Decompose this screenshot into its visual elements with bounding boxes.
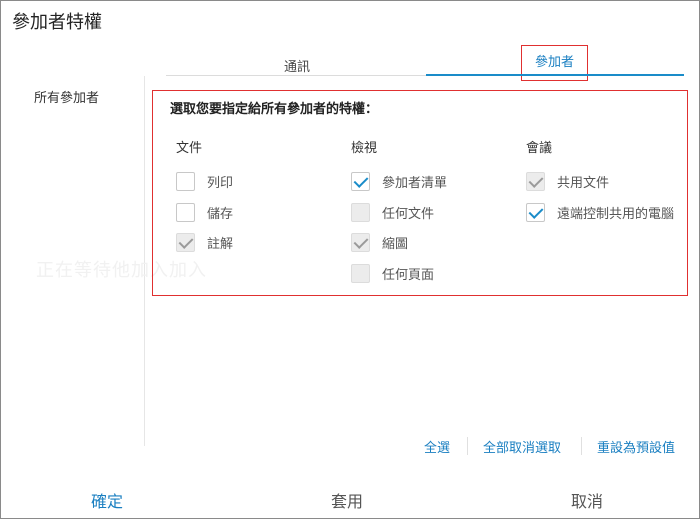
checkbox-box [526,172,545,191]
checkbox-thumbnails: 縮圖 [351,233,408,252]
checkbox-participant-list[interactable]: 參加者清單 [351,172,447,191]
checkbox-label: 任何文件 [382,207,435,222]
checkbox-any-document: 任何文件 [351,203,434,222]
deselect-all-link[interactable]: 全部取消選取 [483,437,561,456]
select-all-link[interactable]: 全選 [424,437,450,456]
reset-default-link[interactable]: 重設為預設值 [597,437,675,456]
checkbox-label: 註解 [207,237,234,252]
column-header-meeting: 會議 [526,141,553,156]
checkbox-box [351,233,370,252]
column-header-view: 檢視 [351,141,378,156]
checkbox-label: 任何頁面 [382,268,435,283]
cancel-button[interactable]: 取消 [571,488,603,512]
link-divider [581,437,582,455]
checkbox-label: 縮圖 [382,237,409,252]
checkbox-label: 參加者清單 [382,176,448,191]
checkbox-print[interactable]: 列印 [176,172,233,191]
checkbox-box [176,233,195,252]
checkbox-annotate: 註解 [176,233,233,252]
permissions-prompt: 選取您要指定給所有參加者的特權： [170,102,379,117]
checkbox-box [351,264,370,283]
checkbox-share-document: 共用文件 [526,172,609,191]
tab-communication[interactable]: 通訊 [262,56,332,75]
apply-button[interactable]: 套用 [331,488,363,512]
column-header-document: 文件 [176,141,203,156]
checkbox-box[interactable] [176,172,195,191]
checkbox-box[interactable] [526,203,545,222]
checkbox-label: 遠端控制共用的電腦 [557,207,675,222]
checkbox-label: 共用文件 [557,176,610,191]
checkbox-any-page: 任何頁面 [351,264,434,283]
ok-button[interactable]: 確定 [91,488,123,512]
active-tab-indicator [426,74,684,76]
link-divider [467,437,468,455]
checkbox-label: 列印 [207,176,234,191]
checkbox-box [351,203,370,222]
checkbox-label: 儲存 [207,207,234,222]
checkbox-box[interactable] [176,203,195,222]
dialog-title: 參加者特權 [12,12,102,33]
sidebar-item-all-participants[interactable]: 所有參加者 [34,87,99,106]
checkbox-box[interactable] [351,172,370,191]
checkbox-save[interactable]: 儲存 [176,203,233,222]
checkbox-remote-control[interactable]: 遠端控制共用的電腦 [526,203,674,222]
